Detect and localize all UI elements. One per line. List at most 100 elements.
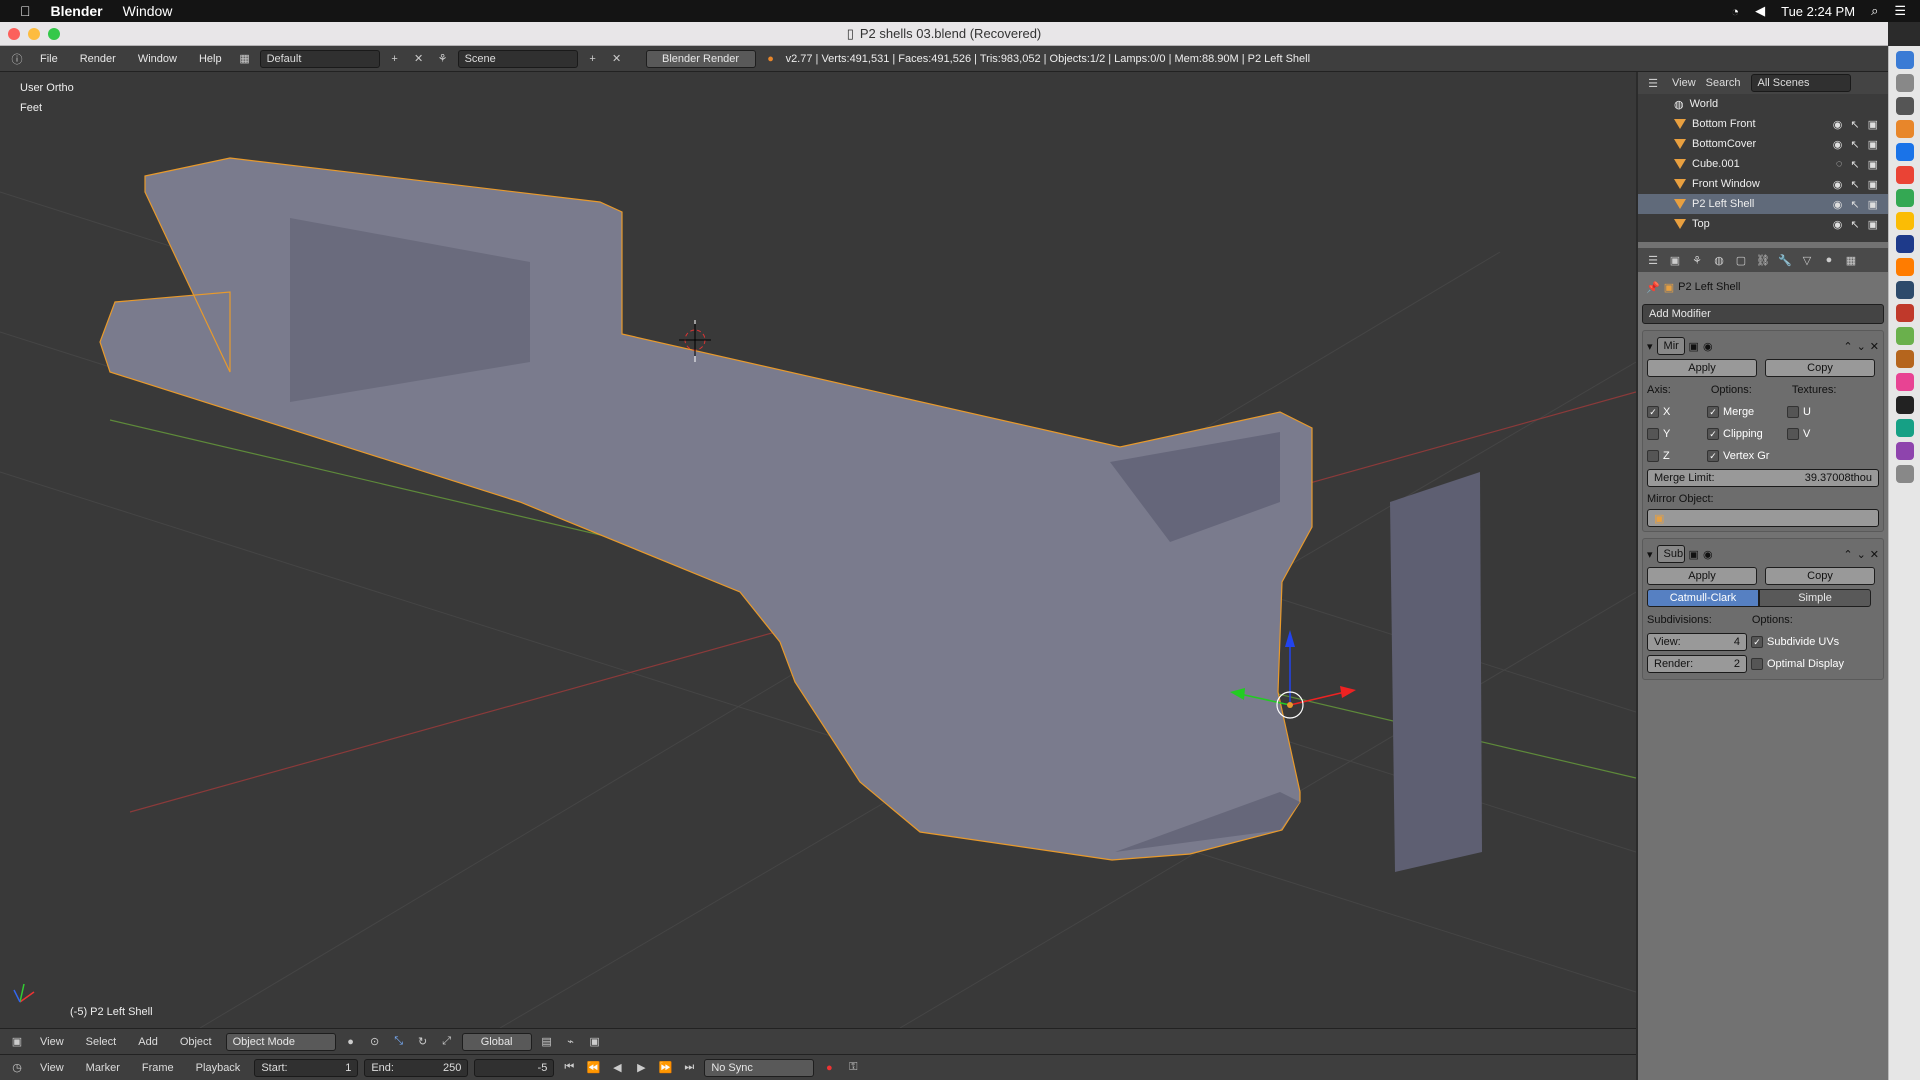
- jump-start-icon[interactable]: ⏮: [560, 1059, 578, 1077]
- manipulator-icon[interactable]: ⤡: [390, 1033, 408, 1051]
- render-toggle-icon[interactable]: ▣: [1689, 340, 1699, 353]
- add-scene-icon[interactable]: +: [584, 50, 602, 68]
- dock-app-icon[interactable]: [1895, 120, 1914, 138]
- select-icon[interactable]: ↖: [1850, 178, 1859, 191]
- scene-icon[interactable]: ⚘: [434, 50, 452, 68]
- next-key-icon[interactable]: ⏩: [656, 1059, 674, 1077]
- menu-render[interactable]: Render: [72, 53, 124, 65]
- timeline-editor-icon[interactable]: ◷: [8, 1059, 26, 1077]
- subsurf-name-field[interactable]: Sub: [1656, 545, 1685, 563]
- pivot-icon[interactable]: ⊙: [366, 1033, 384, 1051]
- visibility-icon[interactable]: ◉: [1833, 118, 1843, 131]
- start-frame-field[interactable]: Start: 1: [254, 1058, 359, 1077]
- vertex-groups-checkbox[interactable]: ✓: [1707, 450, 1719, 462]
- scene-tab-icon[interactable]: ⚘: [1688, 251, 1706, 269]
- simple-button[interactable]: Simple: [1759, 589, 1871, 607]
- play-reverse-icon[interactable]: ◀: [608, 1059, 626, 1077]
- outliner-filter-select[interactable]: All Scenes: [1750, 74, 1851, 92]
- properties-editor-icon[interactable]: ☰: [1644, 251, 1662, 269]
- outliner-item-front-window[interactable]: Front Window ◉ ↖ ▣: [1638, 174, 1888, 194]
- current-frame-field[interactable]: -5: [474, 1058, 555, 1077]
- dock-app-icon[interactable]: [1895, 212, 1914, 230]
- dock-bridge-icon[interactable]: [1895, 350, 1914, 368]
- dock-app-icon[interactable]: [1895, 166, 1914, 184]
- prev-key-icon[interactable]: ⏪: [584, 1059, 602, 1077]
- render-levels-field[interactable]: Render: 2: [1647, 655, 1747, 673]
- timeline-menu-frame[interactable]: Frame: [134, 1062, 182, 1074]
- outliner-item-world[interactable]: ◍ World: [1638, 94, 1888, 114]
- apple-icon[interactable]: : [20, 3, 31, 19]
- mirror-object-field[interactable]: ▣: [1647, 509, 1879, 527]
- zoom-window-button[interactable]: [48, 28, 60, 40]
- mirror-apply-button[interactable]: Apply: [1647, 359, 1757, 377]
- sync-select[interactable]: No Sync: [704, 1058, 815, 1077]
- minimize-window-button[interactable]: [28, 28, 40, 40]
- dock-app-icon[interactable]: [1895, 143, 1914, 161]
- volume-icon[interactable]: ◀: [1755, 3, 1765, 19]
- search-icon[interactable]: ⌕: [1871, 3, 1878, 19]
- dock-acrobat-icon[interactable]: [1895, 304, 1914, 322]
- shading-icon[interactable]: ●: [342, 1033, 360, 1051]
- menu-help[interactable]: Help: [191, 53, 230, 65]
- menu-file[interactable]: File: [32, 53, 66, 65]
- render-tab-icon[interactable]: ▣: [1666, 251, 1684, 269]
- dock-app-icon[interactable]: [1895, 419, 1914, 437]
- clock[interactable]: Tue 2:24 PM: [1781, 4, 1855, 19]
- visibility-icon[interactable]: ◉: [1833, 198, 1843, 211]
- visibility-icon[interactable]: ◉: [1833, 218, 1843, 231]
- constraint-tab-icon[interactable]: ⛓: [1754, 251, 1772, 269]
- remove-layout-icon[interactable]: ✕: [410, 50, 428, 68]
- subsurf-copy-button[interactable]: Copy: [1765, 567, 1875, 585]
- select-icon[interactable]: ↖: [1850, 138, 1859, 151]
- texture-tab-icon[interactable]: ▦: [1842, 251, 1860, 269]
- record-icon[interactable]: ●: [820, 1059, 838, 1077]
- catmull-clark-button[interactable]: Catmull-Clark: [1647, 589, 1759, 607]
- move-down-icon[interactable]: ⌄: [1857, 548, 1866, 561]
- clipping-checkbox[interactable]: ✓: [1707, 428, 1719, 440]
- dock-photoshop-icon[interactable]: [1895, 235, 1914, 253]
- view-levels-field[interactable]: View: 4: [1647, 633, 1747, 651]
- select-icon[interactable]: ↖: [1850, 118, 1859, 131]
- outliner-item-cube-001[interactable]: Cube.001 ◌ ↖ ▣: [1638, 154, 1888, 174]
- outliner-item-p2-left-shell[interactable]: P2 Left Shell ◉ ↖ ▣: [1638, 194, 1888, 214]
- end-frame-field[interactable]: End: 250: [364, 1058, 469, 1077]
- material-tab-icon[interactable]: ●: [1820, 251, 1838, 269]
- outliner-menu-search[interactable]: Search: [1706, 77, 1741, 89]
- render-icon[interactable]: ▣: [1868, 218, 1878, 231]
- layout-field[interactable]: Default: [259, 49, 380, 68]
- menu-add[interactable]: Add: [130, 1036, 166, 1048]
- info-editor-icon[interactable]: ⓘ: [8, 50, 26, 68]
- snap-icon[interactable]: ⌁: [562, 1033, 580, 1051]
- axis-y-checkbox[interactable]: [1647, 428, 1659, 440]
- move-up-icon[interactable]: ⌃: [1843, 340, 1852, 353]
- render-engine-select[interactable]: Blender Render: [645, 49, 756, 68]
- subsurf-apply-button[interactable]: Apply: [1647, 567, 1757, 585]
- menu-view[interactable]: View: [32, 1036, 72, 1048]
- dock-app-icon[interactable]: [1895, 396, 1914, 414]
- scale-icon[interactable]: ⤢: [438, 1033, 456, 1051]
- axis-z-checkbox[interactable]: [1647, 450, 1659, 462]
- outliner-item-top[interactable]: Top ◉ ↖ ▣: [1638, 214, 1888, 234]
- dock-app-icon[interactable]: [1895, 373, 1914, 391]
- remove-modifier-icon[interactable]: ✕: [1870, 340, 1879, 353]
- play-icon[interactable]: ▶: [632, 1059, 650, 1077]
- window-menu[interactable]: Window: [123, 3, 173, 19]
- optimal-display-checkbox[interactable]: [1751, 658, 1763, 670]
- mirror-copy-button[interactable]: Copy: [1765, 359, 1875, 377]
- merge-limit-field[interactable]: Merge Limit: 39.37008thou: [1647, 469, 1879, 487]
- close-window-button[interactable]: [8, 28, 20, 40]
- texture-v-checkbox[interactable]: [1787, 428, 1799, 440]
- viewport-toggle-icon[interactable]: ◉: [1703, 340, 1713, 353]
- dock-app-icon[interactable]: [1895, 74, 1914, 92]
- visibility-icon[interactable]: ◉: [1833, 138, 1843, 151]
- outliner-menu-view[interactable]: View: [1672, 77, 1696, 89]
- axis-x-checkbox[interactable]: ✓: [1647, 406, 1659, 418]
- world-tab-icon[interactable]: ◍: [1710, 251, 1728, 269]
- visibility-icon[interactable]: ◉: [1833, 178, 1843, 191]
- keying-set-icon[interactable]: ⚿: [844, 1059, 862, 1077]
- outliner-editor-icon[interactable]: ☰: [1644, 74, 1662, 92]
- timeline-menu-playback[interactable]: Playback: [188, 1062, 249, 1074]
- render-preview-icon[interactable]: ▣: [586, 1033, 604, 1051]
- jump-end-icon[interactable]: ⏭: [680, 1059, 698, 1077]
- outliner-item-bottomcover[interactable]: BottomCover ◉ ↖ ▣: [1638, 134, 1888, 154]
